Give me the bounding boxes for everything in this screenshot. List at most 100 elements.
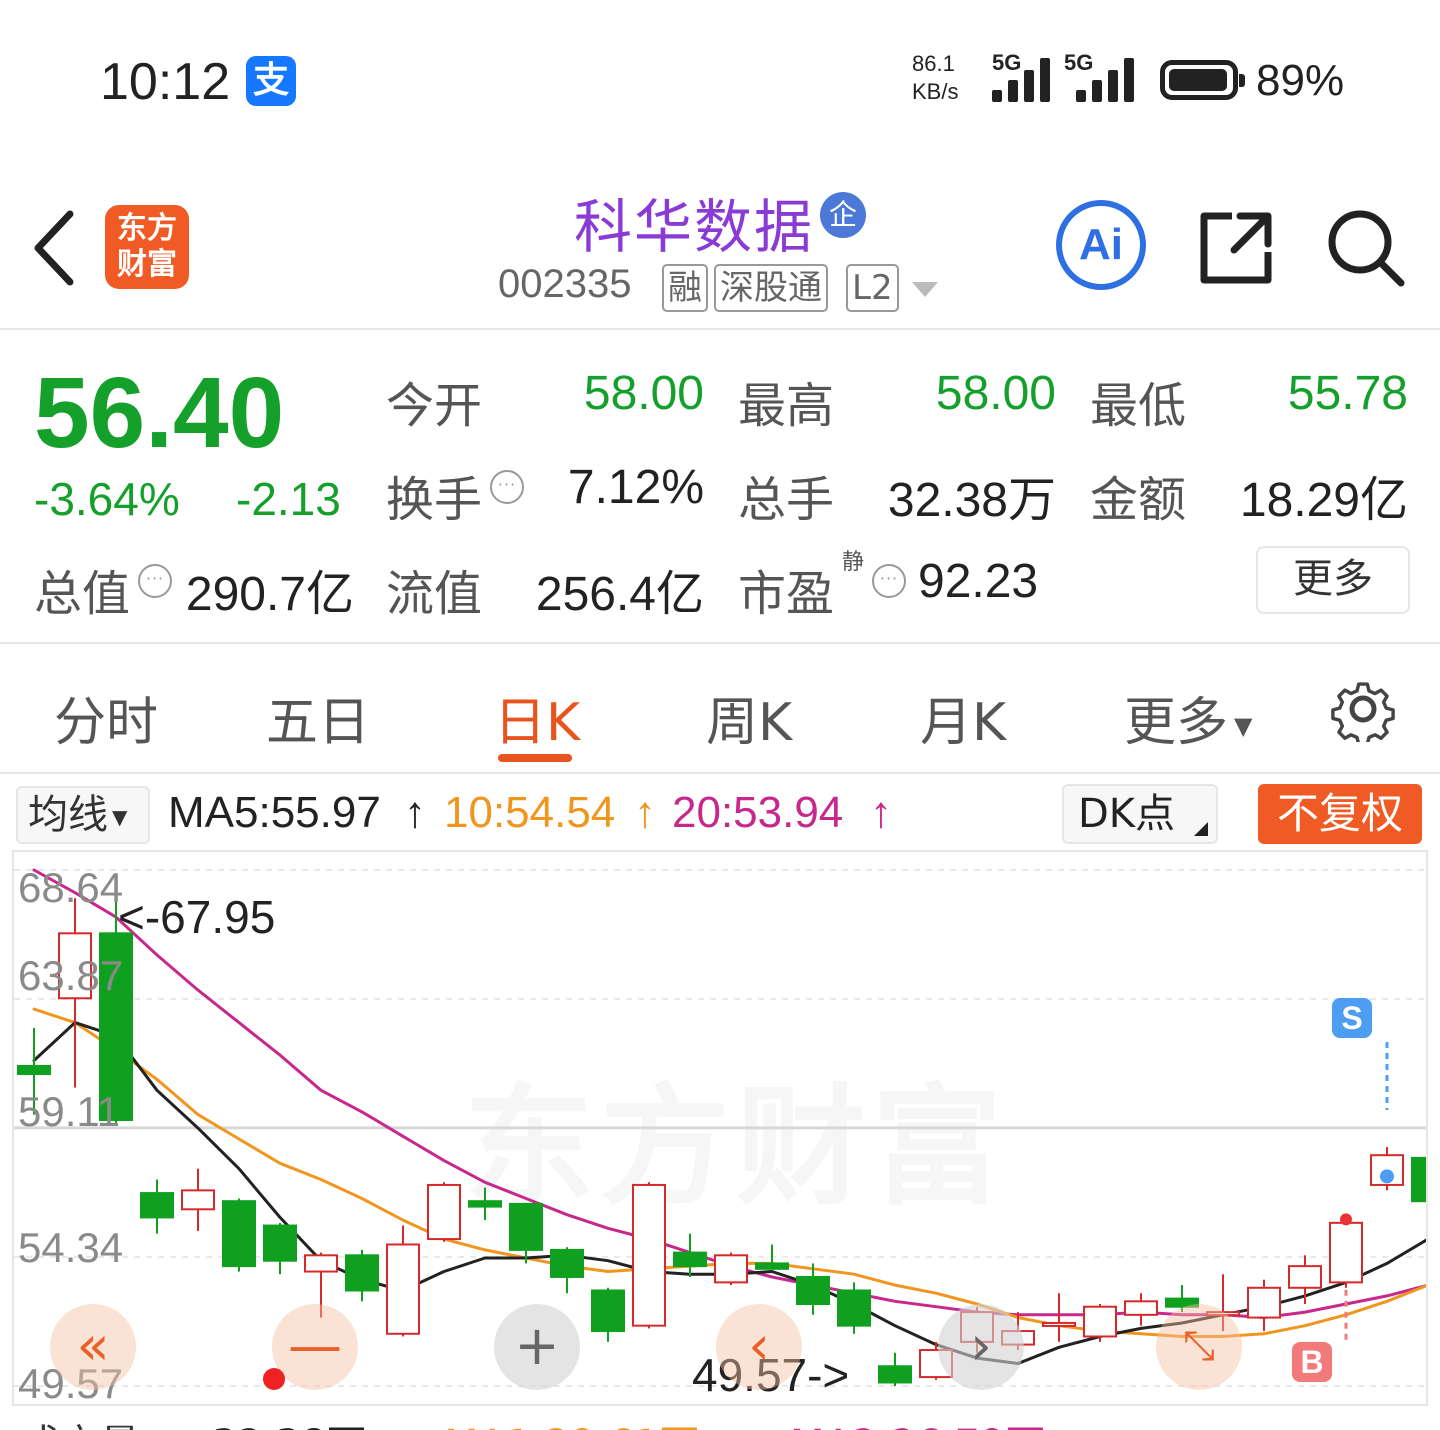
alert-dot [263, 1368, 285, 1390]
ai-assistant-button[interactable]: Ai [1056, 200, 1146, 290]
tab-intraday[interactable]: 分时 [54, 680, 158, 755]
indicator-row: 均线 ▼ MA5:55.97 ↑ 10:54.54 ↑ 20:53.94 ↑ DK… [0, 776, 1440, 850]
open-value: 58.00 [583, 367, 704, 420]
dk-point-button[interactable]: DK点 [1062, 784, 1218, 844]
sell-signal-dot [1380, 1169, 1394, 1184]
indicator-selector-label: 均线 [28, 792, 108, 838]
tab-five-day[interactable]: 五日 [266, 680, 370, 755]
candle-body [714, 1254, 748, 1284]
candle-body [878, 1365, 912, 1384]
info-icon[interactable]: ··· [490, 470, 524, 504]
y-tick-label: 54.34 [18, 1224, 124, 1271]
ma5-arrow-icon: ↑ [404, 788, 426, 837]
candle-body [1042, 1321, 1076, 1327]
candle-body [427, 1183, 461, 1241]
info-icon[interactable]: ··· [138, 564, 172, 598]
share-icon[interactable] [1196, 208, 1276, 288]
zoom-in-button[interactable]: + [494, 1304, 580, 1390]
kline-chart[interactable]: 东方财富 68.64 63.87 59.11 54.34 49.57 <-67.… [12, 850, 1428, 1406]
price-adjust-button[interactable]: 不复权 [1258, 784, 1422, 844]
gear-icon[interactable] [1330, 676, 1396, 742]
pe-value: 92.23 [918, 555, 1039, 608]
candle-body [1083, 1305, 1117, 1338]
status-bar: 10:12 支 86.1 KB/s 5G 5G 89% [0, 0, 1440, 150]
enterprise-badge: 企 [820, 192, 866, 238]
volume-value: 32.38万 [887, 474, 1056, 527]
y-tick-label: 68.64 [18, 864, 124, 911]
high-label: 最高 [738, 378, 835, 434]
network-speed-value: 86.1 [912, 51, 955, 76]
buy-signal-badge[interactable]: B [1292, 1342, 1332, 1382]
change-amount: -2.13 [236, 473, 341, 525]
step-right-button[interactable]: › [938, 1304, 1024, 1390]
candle-body [468, 1200, 502, 1208]
more-quote-button[interactable]: 更多 [1256, 546, 1410, 614]
turnover-label: 换手 [386, 472, 483, 528]
search-icon[interactable] [1326, 208, 1406, 288]
corner-caret-icon [1194, 822, 1208, 836]
tab-more[interactable]: 更多 ▼ [1124, 680, 1252, 755]
sell-signal-badge[interactable]: S [1332, 998, 1372, 1038]
float-cap-label: 流值 [386, 566, 483, 622]
quote-panel: 56.40 -3.64% -2.13 今开 58.00 最高 58.00 最低 … [0, 330, 1440, 644]
tab-more-label: 更多 [1124, 693, 1229, 753]
candle [345, 1249, 379, 1302]
candle [632, 1182, 666, 1329]
candle [1247, 1279, 1281, 1332]
volume-label: 成交量 [20, 1412, 140, 1430]
candle-body [755, 1262, 789, 1270]
buy-signal-dot [1340, 1213, 1352, 1226]
indicator-selector[interactable]: 均线 ▼ [16, 786, 150, 844]
stock-dropdown-icon[interactable] [912, 282, 938, 297]
alipay-icon: 支 [246, 56, 296, 106]
last-price: 56.40 [34, 357, 285, 469]
amount-label: 金额 [1090, 472, 1187, 528]
candle-body [550, 1248, 584, 1278]
candle-body [386, 1243, 420, 1335]
amount-value: 18.29亿 [1239, 474, 1408, 527]
candle [1124, 1293, 1158, 1326]
pe-label: 市盈 [738, 566, 835, 622]
battery-icon [1160, 60, 1245, 100]
rewind-button[interactable]: « [50, 1304, 136, 1390]
high-value: 58.00 [935, 367, 1056, 420]
tab-monthly-k[interactable]: 月K [920, 680, 1006, 755]
candle [673, 1233, 707, 1277]
candle-body [222, 1200, 256, 1268]
candle [1329, 1217, 1363, 1288]
candle [1370, 1147, 1404, 1191]
candle-body [263, 1224, 297, 1262]
open-label: 今开 [386, 378, 483, 434]
stock-name: 科华数据 [574, 193, 815, 261]
fullscreen-button[interactable]: ⤡ [1156, 1304, 1242, 1390]
stock-header: 东方 财富 科华数据 企 002335 融 深股通 L2 Ai [0, 150, 1440, 330]
market-cap-label: 总值 [34, 566, 131, 622]
candle-body [591, 1289, 625, 1333]
ma10-arrow-icon: ↑ [634, 788, 656, 837]
float-cap-value: 256.4亿 [535, 568, 704, 621]
market-cap-value: 290.7亿 [185, 568, 354, 621]
candle [222, 1198, 256, 1272]
volume-label: 总手 [738, 472, 835, 528]
tag-margin: 融 [662, 264, 708, 312]
tab-daily-k[interactable]: 日K [494, 680, 580, 755]
step-left-button[interactable]: ‹ [716, 1304, 802, 1390]
tag-level2: L2 [846, 264, 899, 312]
tab-weekly-k[interactable]: 周K [706, 680, 792, 755]
tag-connect: 深股通 [714, 264, 828, 312]
active-tab-indicator [498, 754, 572, 762]
high-marker-label: <-67.95 [118, 891, 276, 943]
back-arrow-icon[interactable] [30, 208, 80, 288]
logo-line-1: 东方 [117, 211, 177, 246]
candle [550, 1247, 584, 1294]
battery-percent: 89% [1256, 56, 1345, 105]
change-percent: -3.64% [34, 473, 180, 525]
network-speed-unit: KB/s [912, 79, 959, 104]
candle [181, 1168, 215, 1231]
status-time: 10:12 [100, 53, 231, 111]
ma10-value: 10:54.54 [444, 788, 616, 837]
signal-icon: 5G [992, 50, 1054, 102]
info-icon[interactable]: ··· [872, 564, 906, 598]
candle [591, 1287, 625, 1342]
candle-body [1288, 1265, 1322, 1289]
